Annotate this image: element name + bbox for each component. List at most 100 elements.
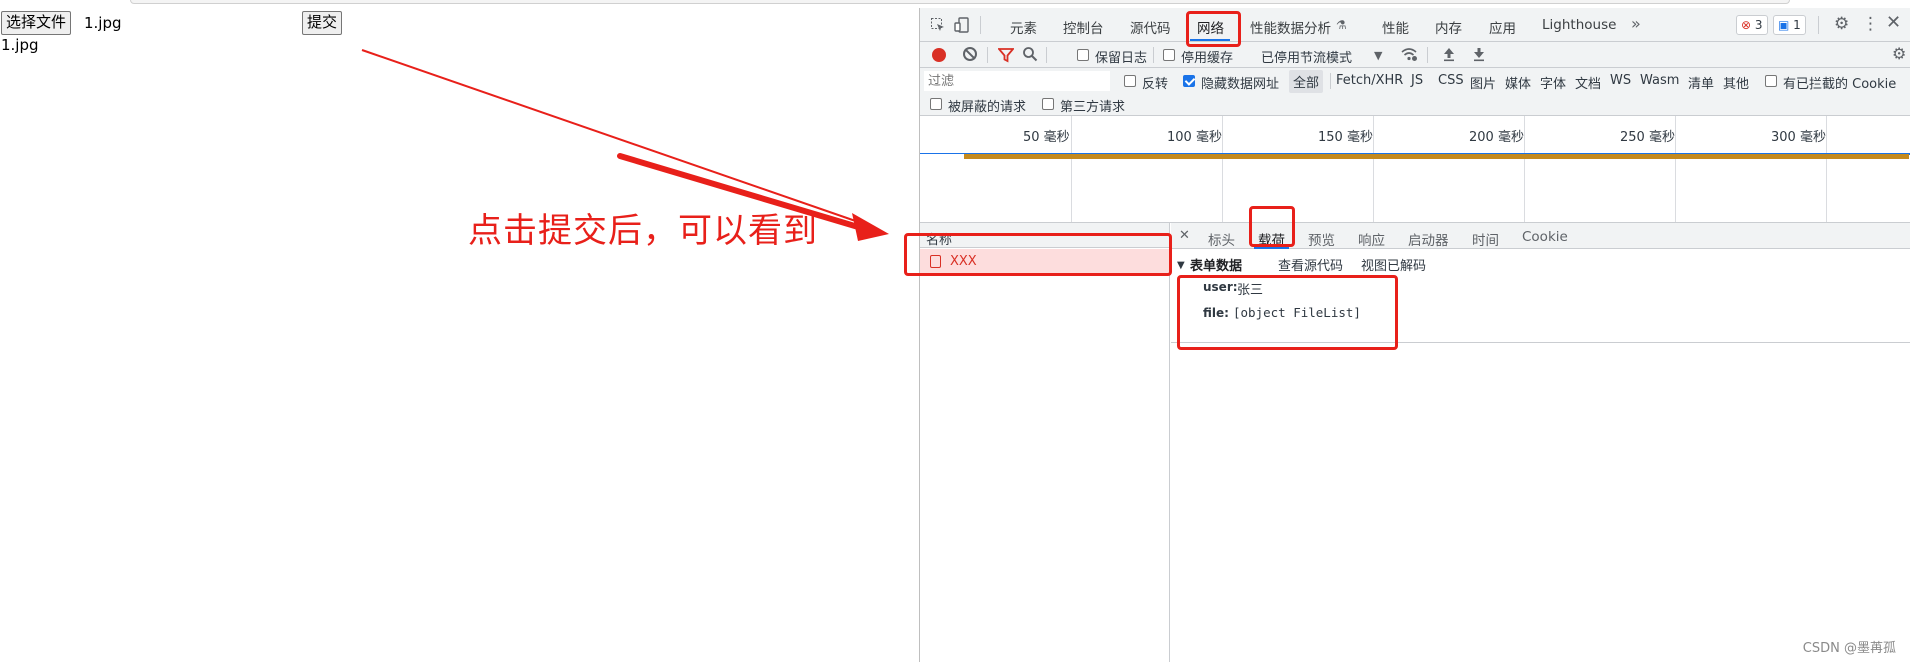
- detail-tab-payload[interactable]: 载荷: [1258, 229, 1285, 249]
- request-list-header: 名称: [920, 223, 1169, 248]
- tab-network-underline: [1190, 39, 1230, 41]
- tab-lighthouse[interactable]: Lighthouse: [1542, 17, 1616, 33]
- tab-sources[interactable]: 源代码: [1130, 17, 1171, 37]
- filter-type-fetch-xhr[interactable]: Fetch/XHR: [1336, 73, 1403, 88]
- timeline-gridline: [1826, 116, 1827, 222]
- toolbar-divider: [1046, 47, 1047, 63]
- error-count: 3: [1754, 18, 1763, 32]
- tab-performance-insights[interactable]: 性能数据分析: [1250, 17, 1331, 37]
- detail-tab-cookies[interactable]: Cookie: [1522, 229, 1568, 245]
- tab-memory[interactable]: 内存: [1435, 17, 1462, 37]
- filter-type-css[interactable]: CSS: [1438, 73, 1464, 88]
- export-har-icon[interactable]: [1472, 46, 1486, 65]
- record-icon[interactable]: [932, 48, 946, 62]
- form-data-section-title[interactable]: 表单数据: [1190, 255, 1242, 274]
- tab-elements[interactable]: 元素: [1010, 17, 1037, 37]
- filter-type-doc[interactable]: 文档: [1575, 73, 1601, 92]
- timeline-request-bar: [964, 154, 1909, 159]
- filter-input[interactable]: [924, 71, 1110, 91]
- filter-type-js[interactable]: JS: [1411, 73, 1423, 88]
- device-toolbar-icon[interactable]: [954, 17, 970, 36]
- throttling-dropdown-chevron-icon[interactable]: ▼: [1374, 48, 1382, 64]
- toolbar-divider: [987, 47, 988, 63]
- clear-icon[interactable]: [963, 47, 977, 61]
- close-devtools-icon[interactable]: ✕: [1886, 14, 1901, 32]
- hide-data-urls-label: 隐藏数据网址: [1201, 77, 1280, 92]
- devtools-panel: 元素 控制台 源代码 网络 性能数据分析 ⚗ 性能 内存 应用 Lighthou…: [919, 8, 1910, 662]
- third-party-checkbox[interactable]: [1042, 98, 1054, 110]
- payload-value: 张三: [1237, 283, 1264, 298]
- request-list-pane: 名称 XXX: [920, 223, 1170, 662]
- timeline-gridline: [1675, 116, 1676, 222]
- toolbar-divider: [1427, 47, 1428, 63]
- tab-network[interactable]: 网络: [1197, 17, 1224, 37]
- filter-type-font[interactable]: 字体: [1540, 73, 1566, 92]
- payload-key: file:: [1203, 306, 1229, 320]
- section-collapse-triangle-icon[interactable]: ▼: [1177, 258, 1185, 274]
- tab-divider: [1818, 16, 1819, 34]
- blocked-cookies-checkbox[interactable]: [1765, 75, 1777, 87]
- screenshot-root: 选择文件 1.jpg 提交 1.jpg 点击提交后，可以看到 元素 控制台 源代…: [0, 0, 1910, 662]
- search-icon[interactable]: [1022, 46, 1038, 65]
- network-filter-bar: 反转 隐藏数据网址 全部 Fetch/XHR JS CSS 图片 媒体 字体 文…: [920, 68, 1910, 116]
- filter-divider: [1330, 73, 1331, 89]
- detail-tab-preview[interactable]: 预览: [1308, 229, 1335, 249]
- request-row[interactable]: XXX: [920, 249, 1169, 274]
- network-timeline-overview[interactable]: 50 毫秒 100 毫秒 150 毫秒 200 毫秒 250 毫秒 300 毫秒: [920, 116, 1910, 223]
- payload-key: user:: [1203, 280, 1238, 294]
- view-source-link[interactable]: 查看源代码: [1278, 255, 1343, 274]
- invert-checkbox[interactable]: [1124, 75, 1136, 87]
- network-settings-gear-icon[interactable]: ⚙: [1892, 46, 1906, 62]
- close-detail-icon[interactable]: ✕: [1179, 228, 1190, 244]
- timeline-tick-label: 250 毫秒: [1620, 130, 1675, 145]
- timeline-tick-label: 200 毫秒: [1469, 130, 1524, 145]
- network-conditions-wifi-icon[interactable]: [1400, 46, 1418, 65]
- section-divider: [1171, 342, 1910, 343]
- detail-tab-initiator[interactable]: 启动器: [1408, 229, 1449, 249]
- tab-application[interactable]: 应用: [1489, 17, 1516, 37]
- inspect-element-icon[interactable]: [930, 17, 946, 36]
- timeline-tick-label: 50 毫秒: [1023, 130, 1070, 145]
- blocked-cookies-label: 有已拦截的 Cookie: [1783, 77, 1897, 92]
- filter-type-manifest[interactable]: 清单: [1688, 73, 1714, 92]
- detail-tab-headers[interactable]: 标头: [1208, 229, 1235, 249]
- detail-tab-payload-underline: [1254, 247, 1289, 249]
- disable-cache-label: 停用缓存: [1181, 51, 1234, 66]
- invert-label: 反转: [1142, 77, 1169, 92]
- error-icon: ⊗: [1741, 18, 1752, 32]
- network-toolbar: 保留日志 停用缓存 已停用节流模式 ▼ ⚙: [920, 42, 1910, 68]
- message-count-badge[interactable]: ▣ 1: [1773, 15, 1806, 35]
- more-tabs-chevron-icon[interactable]: »: [1631, 16, 1641, 32]
- third-party-label: 第三方请求: [1060, 100, 1126, 115]
- filter-type-img[interactable]: 图片: [1470, 73, 1496, 92]
- tab-console[interactable]: 控制台: [1063, 17, 1104, 37]
- blocked-requests-checkbox[interactable]: [930, 98, 942, 110]
- detail-tab-response[interactable]: 响应: [1358, 229, 1385, 249]
- more-options-icon[interactable]: ⋮: [1862, 16, 1879, 33]
- preserve-log-checkbox[interactable]: [1077, 49, 1089, 61]
- view-decoded-link[interactable]: 视图已解码: [1361, 255, 1426, 274]
- toolbar-divider: [1153, 47, 1154, 63]
- filter-type-media[interactable]: 媒体: [1505, 73, 1531, 92]
- message-count: 1: [1793, 18, 1801, 32]
- filter-type-wasm[interactable]: Wasm: [1640, 73, 1679, 88]
- filter-type-other[interactable]: 其他: [1723, 73, 1749, 92]
- error-count-badge[interactable]: ⊗ 3: [1736, 15, 1768, 35]
- hide-data-urls-checkbox[interactable]: [1183, 75, 1195, 87]
- detail-tab-bar: ✕ 标头 载荷 预览 响应 启动器 时间 Cookie: [1171, 223, 1910, 249]
- blocked-requests-label: 被屏蔽的请求: [948, 100, 1027, 115]
- watermark: CSDN @墨苒孤: [1802, 641, 1896, 656]
- settings-gear-icon[interactable]: ⚙: [1834, 16, 1849, 33]
- timeline-bar-gap: [920, 154, 964, 159]
- filter-type-all[interactable]: 全部: [1289, 70, 1324, 93]
- filter-funnel-icon[interactable]: [997, 47, 1015, 66]
- throttling-select[interactable]: 已停用节流模式: [1261, 47, 1352, 66]
- request-name: XXX: [950, 254, 977, 269]
- detail-tab-timing[interactable]: 时间: [1472, 229, 1499, 249]
- disable-cache-checkbox[interactable]: [1163, 49, 1175, 61]
- import-har-icon[interactable]: [1442, 46, 1456, 65]
- tab-performance[interactable]: 性能: [1382, 17, 1409, 37]
- request-detail-pane: ✕ 标头 载荷 预览 响应 启动器 时间 Cookie ▼ 表单数据 查看源代码…: [1171, 223, 1910, 662]
- filter-type-ws[interactable]: WS: [1610, 73, 1631, 88]
- name-column-header[interactable]: 名称: [926, 229, 952, 248]
